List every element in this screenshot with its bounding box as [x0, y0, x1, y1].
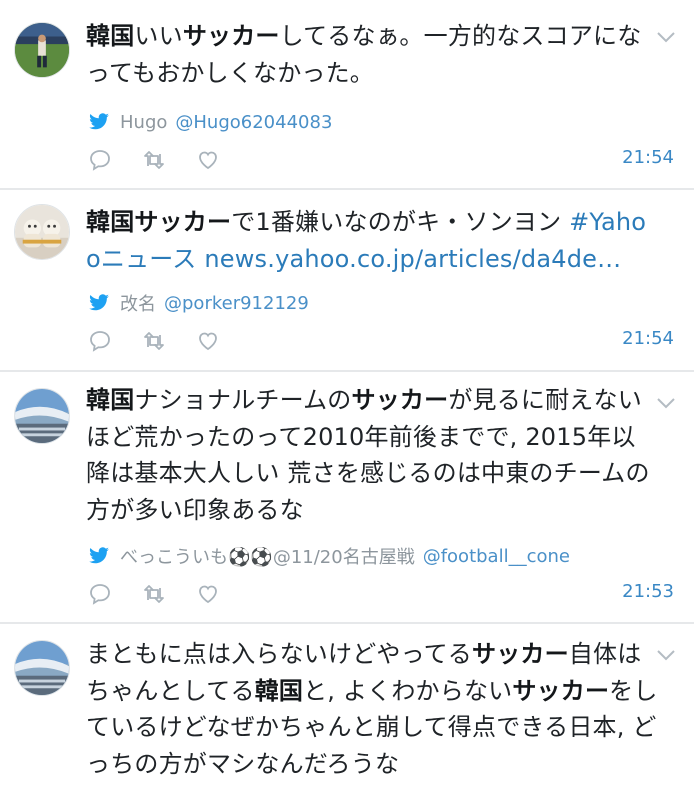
user-handle[interactable]: @Hugo62044083	[175, 112, 332, 133]
avatar[interactable]	[14, 22, 70, 78]
article-link[interactable]: news.yahoo.co.jp/articles/da4de…	[204, 245, 621, 273]
tweet-text: 韓国いいサッカーしてるなぁ。一方的なスコアになってもおかしくなかった。	[86, 22, 642, 87]
reply-icon[interactable]	[88, 148, 112, 172]
user-name: 改名	[120, 294, 156, 315]
twitter-bird-icon	[89, 547, 109, 564]
tweet-actions	[88, 329, 250, 353]
tweet-source[interactable]: 改名 @porker912129	[88, 291, 309, 315]
stadium-photo-icon	[15, 641, 69, 695]
tweet-3[interactable]: 韓国ナショナルチームのサッカーが見るに耐えないほど荒かったのって2010年前後ま…	[0, 372, 694, 622]
chevron-down-icon[interactable]	[656, 648, 676, 662]
user-handle[interactable]: @porker912129	[164, 293, 309, 314]
heart-icon[interactable]	[196, 582, 220, 606]
tweet-text: まともに点は入らないけどやってるサッカー自体はちゃんとしてる韓国と, よくわから…	[86, 640, 658, 778]
user-name: Hugo	[120, 111, 168, 133]
reply-icon[interactable]	[88, 329, 112, 353]
retweet-icon[interactable]	[142, 329, 166, 353]
tweet-text: 韓国サッカーで1番嫌いなのがキ・ソンヨン #Yahooニュース news.yah…	[86, 208, 647, 273]
user-name: べっこういも⚽⚽@11/20名古屋戦	[120, 547, 415, 568]
stuffed-toys-photo-icon	[15, 205, 69, 259]
avatar[interactable]	[14, 388, 70, 444]
tweet-time[interactable]: 21:54	[622, 147, 674, 168]
heart-icon[interactable]	[196, 329, 220, 353]
tweet-actions	[88, 582, 250, 606]
soccer-player-photo-icon	[15, 23, 69, 77]
user-handle[interactable]: @football__cone	[423, 546, 570, 567]
tweet-2[interactable]: 韓国サッカーで1番嫌いなのがキ・ソンヨン #Yahooニュース news.yah…	[0, 190, 694, 370]
chevron-down-icon[interactable]	[656, 396, 676, 410]
heart-icon[interactable]	[196, 148, 220, 172]
reply-icon[interactable]	[88, 582, 112, 606]
retweet-icon[interactable]	[142, 148, 166, 172]
twitter-bird-icon	[89, 113, 109, 130]
tweet-1[interactable]: 韓国いいサッカーしてるなぁ。一方的なスコアになってもおかしくなかった。 Hugo…	[0, 0, 694, 188]
tweet-source[interactable]: べっこういも⚽⚽@11/20名古屋戦 @football__cone	[88, 544, 570, 568]
tweet-text: 韓国ナショナルチームのサッカーが見るに耐えないほど荒かったのって2010年前後ま…	[86, 386, 650, 524]
tweet-actions	[88, 148, 250, 172]
avatar[interactable]	[14, 204, 70, 260]
stadium-photo-icon	[15, 389, 69, 443]
twitter-bird-icon	[89, 294, 109, 311]
retweet-icon[interactable]	[142, 582, 166, 606]
tweet-time[interactable]: 21:54	[622, 328, 674, 349]
tweet-source[interactable]: Hugo @Hugo62044083	[88, 110, 332, 134]
avatar[interactable]	[14, 640, 70, 696]
tweet-time[interactable]: 21:53	[622, 581, 674, 602]
tweet-4[interactable]: まともに点は入らないけどやってるサッカー自体はちゃんとしてる韓国と, よくわから…	[0, 624, 694, 793]
chevron-down-icon[interactable]	[656, 30, 676, 44]
